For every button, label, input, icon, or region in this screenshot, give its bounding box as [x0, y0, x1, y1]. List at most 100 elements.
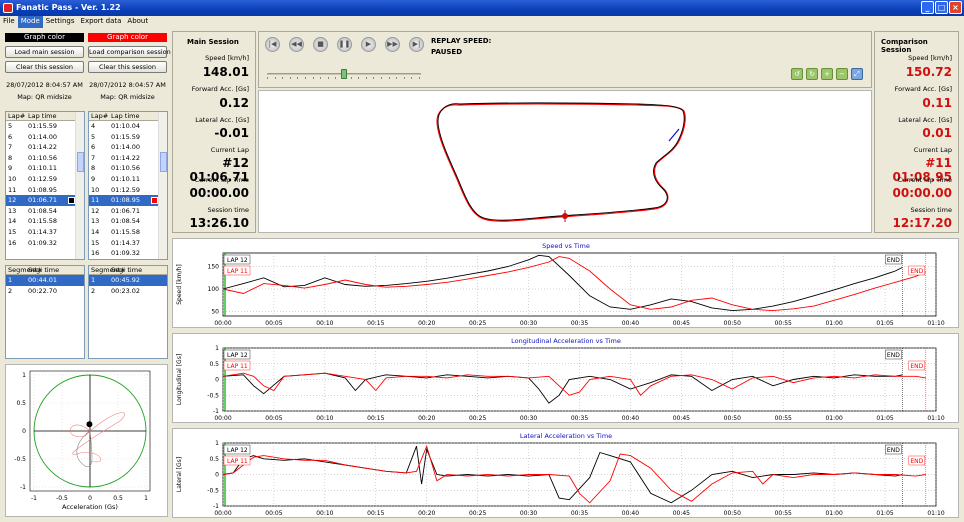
- undo-icon[interactable]: ↺: [791, 68, 803, 80]
- row-time: 01:06.71: [28, 196, 58, 205]
- main-session-time-value: 13:26.10: [189, 216, 249, 230]
- list-row[interactable]: 1 00:44.01: [6, 275, 84, 286]
- comp-lap-list[interactable]: Lap# Lap time 4 01:10.04 5 01:15.59 6 01:14.00 7…: [88, 111, 168, 260]
- scrollbar-thumb[interactable]: [160, 152, 167, 172]
- first-icon[interactable]: |◀: [265, 37, 280, 52]
- replay-speed-slider[interactable]: [267, 69, 421, 79]
- list-row[interactable]: 9 01:10.11: [6, 163, 84, 174]
- slider-tick: [305, 77, 306, 79]
- list-row[interactable]: 15 01:14.37: [6, 227, 84, 238]
- column-header[interactable]: Lap#: [6, 112, 28, 120]
- column-header[interactable]: Segment#: [6, 266, 43, 274]
- column-header[interactable]: Lap time: [111, 112, 151, 120]
- list-row[interactable]: 2 00:23.02: [89, 286, 167, 297]
- column-header[interactable]: Segment#: [89, 266, 126, 274]
- menu-about[interactable]: About: [124, 16, 151, 28]
- list-row[interactable]: 2 00:22.70: [6, 286, 84, 297]
- list-row[interactable]: 12 01:06.71: [89, 206, 167, 217]
- list-row[interactable]: 11 01:08.95: [6, 185, 84, 196]
- list-row[interactable]: 8 01:10.56: [89, 163, 167, 174]
- list-row[interactable]: 4 01:10.04: [89, 121, 167, 132]
- pause-icon[interactable]: ❚❚: [337, 37, 352, 52]
- minimize-button[interactable]: _: [921, 1, 934, 14]
- y-tick-label: 0.5: [209, 456, 219, 463]
- menu-file[interactable]: File: [0, 16, 18, 28]
- y-tick-label: 100: [208, 286, 220, 293]
- last-icon[interactable]: ▶|: [409, 37, 424, 52]
- list-row[interactable]: 15 01:14.37: [89, 238, 167, 249]
- main-graph-color-button[interactable]: Graph color: [5, 33, 84, 42]
- column-header[interactable]: Seg. time: [28, 266, 68, 274]
- slider-tick: [373, 77, 375, 79]
- comp-segment-list[interactable]: Segment# Seg. time 1 00:45.92 2 00:23.02: [88, 265, 168, 359]
- maximize-button[interactable]: □: [935, 1, 948, 14]
- play-icon[interactable]: ▶: [361, 37, 376, 52]
- x-tick-label: 00:40: [622, 320, 639, 327]
- row-number: 13: [91, 217, 100, 226]
- list-row[interactable]: 7 01:14.22: [89, 153, 167, 164]
- list-row[interactable]: 5 01:15.59: [6, 121, 84, 132]
- replay-status: PAUSED: [431, 48, 463, 56]
- zoom-out-icon[interactable]: −: [836, 68, 848, 80]
- rewind-icon[interactable]: ◀◀: [289, 37, 304, 52]
- row-time: 01:15.59: [28, 122, 58, 130]
- list-row[interactable]: 11 01:08.95: [89, 195, 167, 206]
- list-row[interactable]: 7 01:14.22: [6, 142, 84, 153]
- clear-comp-session-button[interactable]: Clear this session: [88, 61, 167, 73]
- stop-icon[interactable]: ■: [313, 37, 328, 52]
- end-label: END: [910, 458, 923, 465]
- close-button[interactable]: ×: [949, 1, 962, 14]
- redo-icon[interactable]: ↻: [806, 68, 818, 80]
- track-map-svg: [436, 102, 686, 222]
- scrollbar-thumb[interactable]: [77, 152, 84, 172]
- fast-forward-icon[interactable]: ▶▶: [385, 37, 400, 52]
- row-number: 2: [8, 286, 13, 295]
- slider-thumb[interactable]: [341, 69, 347, 79]
- list-row[interactable]: 13 01:08.54: [89, 216, 167, 227]
- list-row[interactable]: 14 01:15.58: [89, 227, 167, 238]
- list-row[interactable]: 10 01:12.59: [6, 174, 84, 185]
- list-scrollbar[interactable]: [158, 112, 167, 259]
- menu-settings[interactable]: Settings: [43, 16, 78, 28]
- slider-tick: [312, 77, 314, 79]
- x-tick-label: 00:25: [469, 415, 486, 422]
- main-segment-list[interactable]: Segment# Seg. time 1 00:44.01 2 00:22.70: [5, 265, 85, 359]
- menu-mode[interactable]: Mode: [17, 16, 43, 28]
- load-comparison-session-button[interactable]: Load comparison session: [88, 46, 171, 58]
- menu-bar: File Mode Settings Export data About: [0, 16, 964, 28]
- y-tick-label: -1: [213, 503, 219, 510]
- list-row[interactable]: 10 01:12.59: [89, 185, 167, 196]
- list-scrollbar[interactable]: [75, 112, 84, 259]
- list-row[interactable]: 12 01:06.71: [6, 195, 84, 206]
- zoom-in-icon[interactable]: +: [821, 68, 833, 80]
- list-row[interactable]: 8 01:10.56: [6, 153, 84, 164]
- row-number: 4: [91, 122, 96, 130]
- y-tick-label: -1: [20, 484, 26, 491]
- list-row[interactable]: 16 01:09.32: [89, 248, 167, 259]
- row-number: 12: [8, 196, 17, 205]
- comp-graph-color-button[interactable]: Graph color: [88, 33, 167, 42]
- list-row[interactable]: 9 01:10.11: [89, 174, 167, 185]
- list-row[interactable]: 16 01:09.32: [6, 238, 84, 249]
- menu-export-data[interactable]: Export data: [78, 16, 125, 28]
- column-header[interactable]: Seg. time: [111, 266, 151, 274]
- x-tick-label: 00:30: [520, 510, 537, 517]
- main-fwd-acc-label: Forward Acc. [Gs]: [191, 85, 249, 93]
- list-row[interactable]: 13 01:08.54: [6, 206, 84, 217]
- fit-view-icon[interactable]: ⤢: [851, 68, 863, 80]
- column-header[interactable]: Lap time: [28, 112, 68, 120]
- main-lap-list[interactable]: Lap# Lap time 5 01:15.59 6 01:14.00 7 01:14.22 8…: [5, 111, 85, 260]
- y-tick-label: 0: [215, 377, 219, 384]
- list-row[interactable]: 5 01:15.59: [89, 132, 167, 143]
- window-title: Fanatic Pass - Ver. 1.22: [16, 3, 121, 12]
- column-header[interactable]: Lap#: [89, 112, 111, 120]
- list-row[interactable]: 6 01:14.00: [6, 132, 84, 143]
- title-bar: Fanatic Pass - Ver. 1.22 _ □ ×: [0, 0, 964, 16]
- clear-main-session-button[interactable]: Clear this session: [5, 61, 84, 73]
- list-row[interactable]: 1 00:45.92: [89, 275, 167, 286]
- y-tick-label: 0: [215, 472, 219, 479]
- load-main-session-button[interactable]: Load main session: [5, 46, 84, 58]
- list-row[interactable]: 14 01:15.58: [6, 216, 84, 227]
- list-row[interactable]: 6 01:14.00: [89, 142, 167, 153]
- slider-tick: [320, 77, 322, 79]
